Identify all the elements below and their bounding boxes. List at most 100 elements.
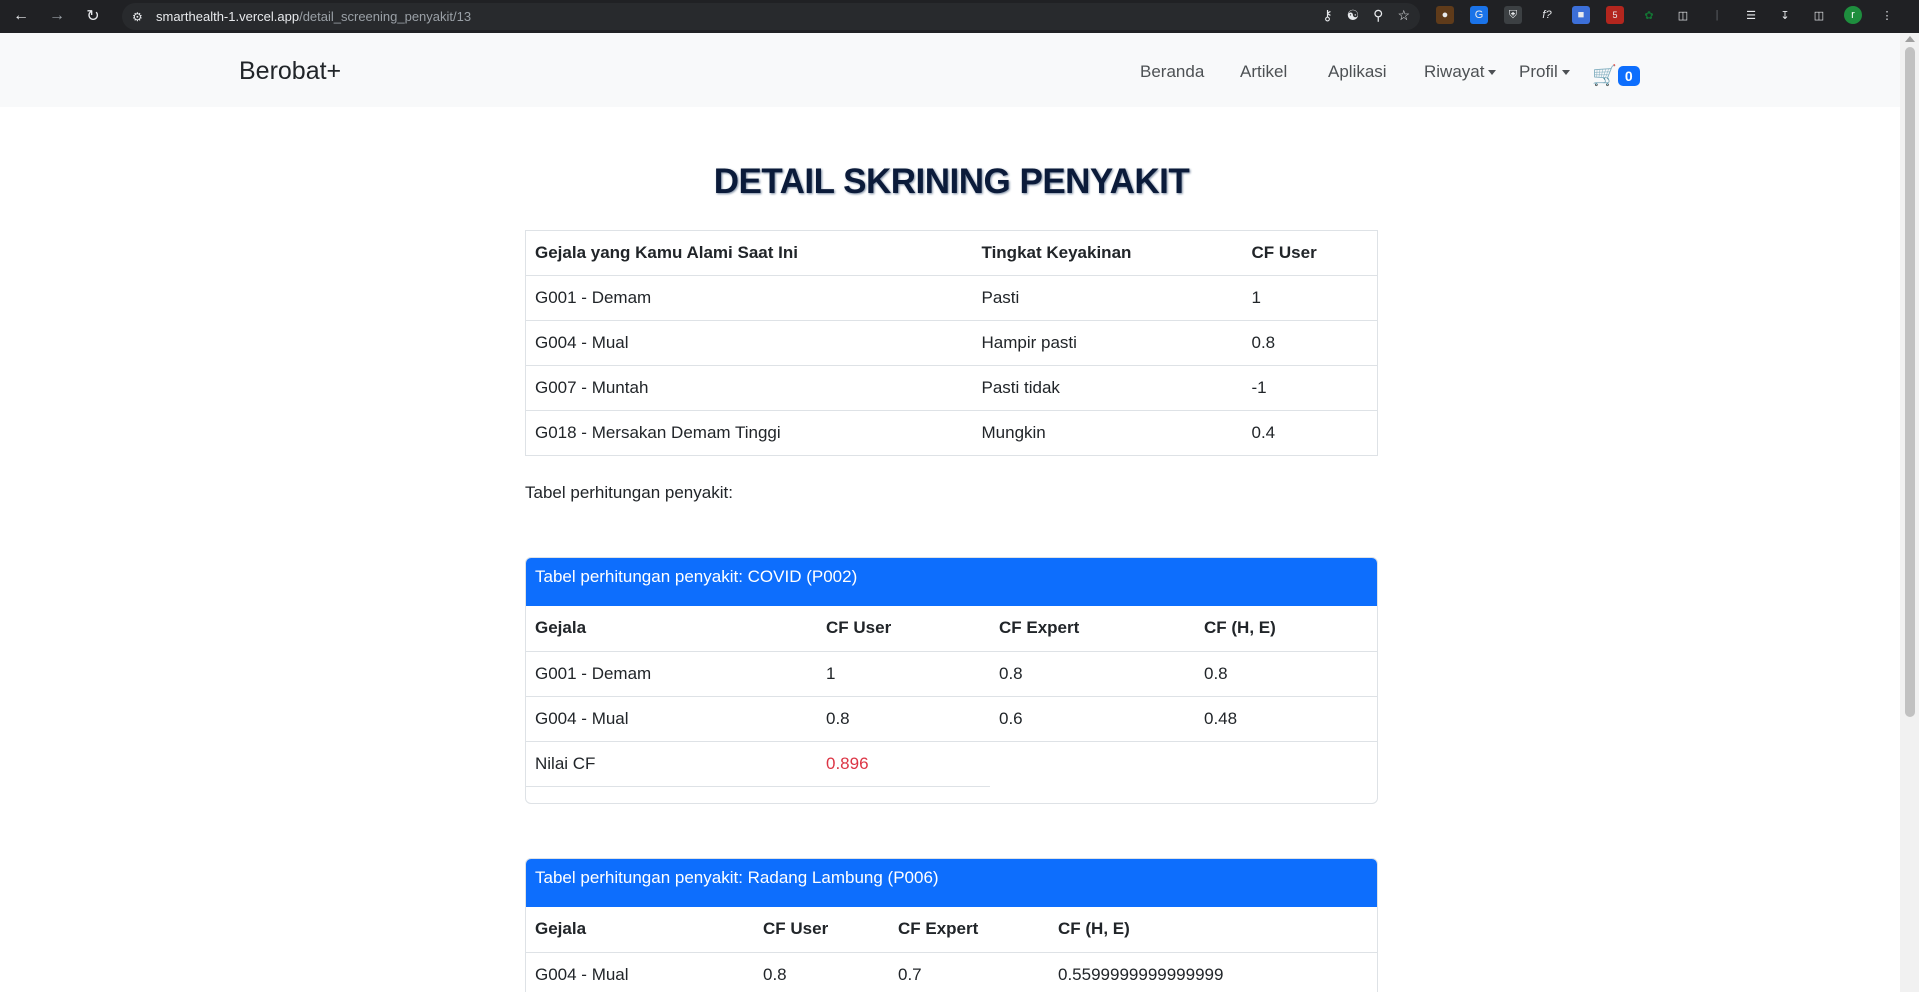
- table-cell: Mungkin: [981, 423, 1046, 442]
- reload-icon[interactable]: ↻: [82, 5, 104, 27]
- extension-shield-icon[interactable]: ⛨: [1504, 6, 1522, 24]
- extension-owl-icon[interactable]: ●: [1436, 6, 1454, 24]
- download-icon[interactable]: ↧: [1776, 6, 1794, 24]
- table-cell: 0.6: [990, 696, 1195, 742]
- site-info-icon[interactable]: ⚙: [132, 10, 148, 24]
- table-cell: 0.8: [754, 952, 889, 992]
- column-header: Gejala yang Kamu Alami Saat Ini: [525, 230, 973, 276]
- scroll-up-arrow-icon[interactable]: [1905, 36, 1915, 42]
- chevron-down-icon: [1488, 70, 1497, 76]
- table-cell: 1: [1242, 275, 1378, 321]
- table-cell: G018 - Mersakan Demam Tinggi: [535, 423, 781, 442]
- page-title: DETAIL SKRINING PENYAKIT: [713, 162, 1190, 201]
- column-header: CF Expert: [990, 606, 1195, 652]
- table-cell: 0.8: [817, 696, 990, 742]
- table-cell: G007 - Muntah: [525, 365, 973, 411]
- table-row: G004 - Mual Hampir pasti 0.8: [525, 320, 1378, 366]
- extension-docs-icon[interactable]: ■: [1572, 6, 1590, 24]
- side-panel-icon[interactable]: ◫: [1810, 6, 1828, 24]
- table-cell: G004 - Mual: [526, 952, 754, 992]
- back-arrow-icon[interactable]: ←: [10, 5, 32, 27]
- reading-list-icon[interactable]: ☰: [1742, 6, 1760, 24]
- column-header: CF (H, E): [1049, 907, 1377, 953]
- table-cell: 0.48: [1195, 696, 1377, 742]
- symptoms-table: Gejala yang Kamu Alami Saat Ini Tingkat …: [525, 230, 1378, 456]
- browser-menu-icon[interactable]: ⋮: [1878, 6, 1896, 24]
- column-header: CF User: [817, 606, 990, 652]
- table-cell: G004 - Mual: [525, 320, 973, 366]
- forward-arrow-icon[interactable]: →: [46, 5, 68, 27]
- browser-toolbar: ← → ↻ ⚙ smarthealth-1.vercel.app/detail_…: [0, 0, 1919, 33]
- nav-link-artikel[interactable]: Artikel: [1240, 62, 1287, 82]
- table-cell: 0.4: [1251, 423, 1276, 442]
- nav-dropdown-profil[interactable]: Profil: [1519, 62, 1570, 82]
- table-cell: G001 - Demam: [526, 651, 817, 697]
- url-path: /detail_screening_penyakit/13: [299, 9, 472, 24]
- table-row: G001 - Demam Pasti 1: [525, 275, 1378, 321]
- table-cell: 0.8: [1242, 320, 1378, 366]
- table-row: G018 - Mersakan Demam Tinggi Mungkin 0.4: [526, 411, 1378, 456]
- password-key-icon[interactable]: ⚷: [1322, 7, 1332, 24]
- url-host: smarthealth-1.vercel.app: [156, 9, 300, 24]
- table-cell: 0.7: [889, 952, 1049, 992]
- nav-link-beranda[interactable]: Beranda: [1140, 62, 1204, 82]
- zoom-icon[interactable]: ⚲: [1373, 7, 1383, 24]
- table-row: G007 - Muntah Pasti tidak -1: [525, 365, 1378, 411]
- table-cell: 0.8: [1195, 651, 1377, 697]
- table-cell: G001 - Demam: [525, 275, 973, 321]
- chevron-down-icon: [1561, 70, 1570, 76]
- column-header: CF Expert: [889, 907, 1049, 953]
- extension-badge-count: 5: [1612, 10, 1618, 20]
- extension-translate-icon[interactable]: G: [1470, 6, 1488, 24]
- table-cell: 0.5599999999999999: [1049, 952, 1377, 992]
- table-cell: -1: [1242, 365, 1378, 411]
- column-header: Gejala: [526, 606, 817, 652]
- empty-cell: [1195, 741, 1377, 786]
- empty-cell: [990, 741, 1195, 786]
- nav-link-aplikasi[interactable]: Aplikasi: [1328, 62, 1387, 82]
- table-header-row: Gejala yang Kamu Alami Saat Ini Tingkat …: [525, 230, 1378, 276]
- table-cell: Pasti: [972, 275, 1243, 321]
- card-header: Tabel perhitungan penyakit: Radang Lambu…: [526, 859, 1377, 907]
- brand-logo[interactable]: Berobat+: [239, 57, 341, 86]
- column-header: CF (H, E): [1195, 606, 1377, 652]
- extension-formula-icon[interactable]: f?: [1538, 6, 1556, 24]
- extensions-puzzle-icon[interactable]: ◫: [1674, 6, 1692, 24]
- column-header: CF User: [754, 907, 889, 953]
- cf-result-row: Nilai CF 0.896: [526, 741, 1377, 787]
- scrollbar-thumb[interactable]: [1905, 47, 1915, 717]
- address-bar[interactable]: ⚙ smarthealth-1.vercel.app/detail_screen…: [122, 3, 1420, 30]
- calculation-table: Gejala CF User CF Expert CF (H, E) G001 …: [526, 606, 1377, 787]
- disease-card-radang-lambung: Tabel perhitungan penyakit: Radang Lambu…: [525, 858, 1378, 992]
- nav-link-profil-label: Profil: [1519, 62, 1558, 81]
- table-cell: 0.8: [990, 651, 1195, 697]
- url-text[interactable]: smarthealth-1.vercel.app/detail_screenin…: [156, 9, 471, 24]
- calculation-table: Gejala CF User CF Expert CF (H, E) G004 …: [526, 907, 1377, 992]
- nav-dropdown-riwayat[interactable]: Riwayat: [1424, 62, 1497, 82]
- translate-icon[interactable]: ☯: [1347, 7, 1360, 24]
- column-header: Tingkat Keyakinan: [972, 230, 1243, 276]
- table-row: G004 - Mual 0.8 0.7 0.5599999999999999: [526, 952, 1377, 992]
- profile-avatar[interactable]: r: [1844, 6, 1862, 24]
- cf-value: 0.896: [817, 741, 990, 787]
- cf-label: Nilai CF: [526, 741, 817, 787]
- extension-leaf-icon[interactable]: ✿: [1640, 6, 1658, 24]
- disease-card-covid: Tabel perhitungan penyakit: COVID (P002)…: [525, 557, 1378, 804]
- column-header: CF User: [1242, 230, 1378, 276]
- table-cell: Hampir pasti: [972, 320, 1243, 366]
- calculation-subtitle: Tabel perhitungan penyakit:: [525, 483, 733, 502]
- table-row: G004 - Mual 0.8 0.6 0.48: [526, 696, 1377, 742]
- toolbar-divider: |: [1715, 9, 1719, 21]
- cart-button[interactable]: 🛒 0: [1592, 63, 1640, 88]
- table-row: G001 - Demam 1 0.8 0.8: [526, 651, 1377, 697]
- table-cell: Pasti tidak: [972, 365, 1243, 411]
- cart-count-badge: 0: [1617, 65, 1640, 86]
- page-scrollbar[interactable]: [1900, 33, 1919, 992]
- cart-icon: 🛒: [1592, 65, 1617, 87]
- extension-badge-icon[interactable]: 5: [1606, 6, 1624, 24]
- table-cell: 1: [817, 651, 990, 697]
- column-header: Gejala: [526, 907, 754, 953]
- bookmark-star-icon[interactable]: ☆: [1397, 7, 1410, 24]
- table-cell: G004 - Mual: [526, 696, 817, 742]
- nav-link-riwayat-label: Riwayat: [1424, 62, 1485, 81]
